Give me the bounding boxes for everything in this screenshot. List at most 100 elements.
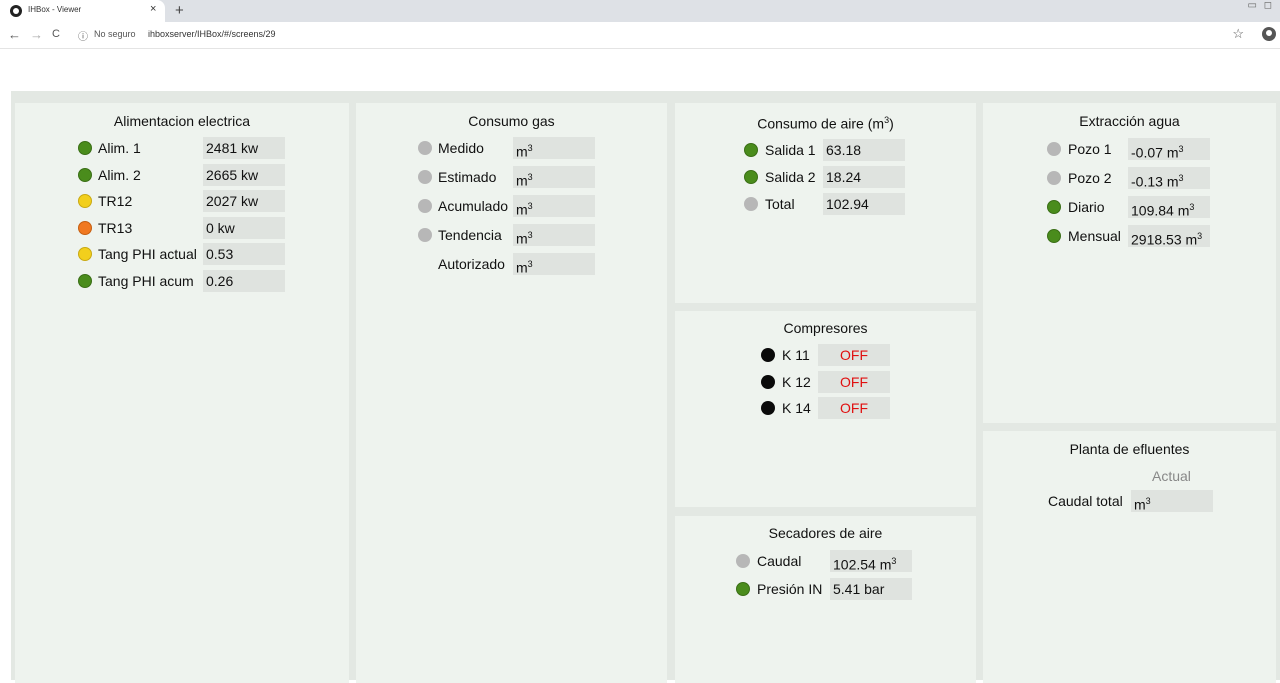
- status-row: Tang PHI acum 0.26: [78, 269, 298, 292]
- panel-title: Alimentacion electrica: [113, 113, 251, 129]
- status-indicator-icon: [744, 143, 758, 157]
- status-row: Salida 2 18.24: [744, 166, 944, 188]
- status-row: Tang PHI actual 0.53: [78, 243, 298, 265]
- bookmark-star-icon[interactable]: ☆: [1232, 26, 1244, 42]
- info-icon[interactable]: ⓘ: [78, 28, 88, 43]
- status-indicator-icon: [418, 170, 432, 184]
- row-label: Tang PHI actual: [98, 246, 197, 262]
- row-value: 2027 kw: [203, 190, 285, 212]
- browser-tab[interactable]: IHBox - Viewer ×: [0, 0, 165, 22]
- row-label: Caudal: [757, 553, 802, 569]
- value-number: 2918.53: [1131, 231, 1182, 248]
- status-indicator-icon: [736, 582, 750, 596]
- window-controls[interactable]: ▭ ◻: [1247, 0, 1274, 11]
- back-icon[interactable]: ←: [8, 27, 21, 42]
- row-label: TR13: [98, 219, 133, 236]
- panel-compresores: Compresores K 11 OFF K 12 OFF K 14 OFF: [675, 311, 976, 507]
- row-label: Salida 1: [765, 142, 816, 158]
- panel-title: Consumo de aire (m3): [757, 115, 894, 132]
- row-label: K 14: [782, 400, 811, 416]
- status-row: K 11 OFF: [761, 344, 961, 366]
- new-tab-button[interactable]: +: [175, 2, 184, 19]
- status-row: Presión IN 5.41 bar: [736, 578, 956, 600]
- status-indicator-icon: [1047, 171, 1061, 185]
- status-indicator-icon: [761, 348, 775, 362]
- status-row: Estimado m3: [418, 166, 658, 189]
- status-row: Autorizado m3: [418, 253, 658, 276]
- value-unit: m: [516, 143, 528, 160]
- value-unit: m: [879, 556, 892, 573]
- omnibox[interactable]: ⓘ No seguro ihboxserver/IHBox/#/screens/…: [72, 25, 1252, 45]
- status-row: Mensual 2918.53 m3: [1047, 225, 1267, 248]
- url-text[interactable]: ihboxserver/IHBox/#/screens/29: [148, 29, 276, 39]
- row-value: 102.94: [823, 193, 905, 215]
- panel-alimentacion-electrica: Alimentacion electrica Alim. 1 2481 kw Ali…: [15, 103, 349, 683]
- row-value: 2918.53 m3: [1128, 225, 1210, 248]
- row-label: Pozo 1: [1068, 141, 1112, 157]
- panel-consumo-aire: Consumo de aire (m3) Salida 1 63.18 Salida…: [675, 103, 976, 303]
- status-row: TR12 2027 kw: [78, 190, 298, 212]
- panel-planta-efluentes: Planta de efluentes Actual Caudal total …: [983, 431, 1276, 683]
- row-label: Caudal total: [1048, 493, 1123, 509]
- panel-title: Planta de efluentes: [1069, 441, 1190, 457]
- value-unit-exponent: 3: [527, 143, 533, 153]
- status-row: K 12 OFF: [761, 370, 961, 393]
- account-icon[interactable]: [1262, 27, 1276, 41]
- status-indicator-icon: [78, 220, 92, 235]
- row-value: 18.24: [823, 166, 905, 188]
- row-value: OFF: [818, 397, 890, 419]
- address-bar: ← → C ⓘ No seguro ihboxserver/IHBox/#/sc…: [0, 22, 1280, 49]
- row-value: m3: [513, 224, 595, 247]
- reload-icon[interactable]: C: [52, 28, 60, 40]
- row-label: K 11: [782, 347, 810, 363]
- dashboard: Alimentacion electrica Alim. 1 2481 kw Ali…: [11, 91, 1280, 683]
- value-unit-exponent: 3: [891, 556, 897, 566]
- row-label: TR12: [98, 193, 133, 209]
- row-value: OFF: [818, 370, 890, 393]
- value-number: -0.13: [1131, 173, 1163, 190]
- status-indicator-icon: [78, 194, 92, 208]
- caudal-total-value: m3: [1131, 490, 1213, 513]
- browser-tab-strip: IHBox - Viewer × + ▭ ◻: [0, 0, 1280, 22]
- value-unit: m: [1166, 144, 1179, 161]
- value-unit-exponent: 3: [527, 259, 533, 269]
- status-row: Alim. 2 2665 kw: [78, 163, 298, 186]
- caudal-total-row: Caudal total m3: [1048, 490, 1268, 513]
- row-label: Diario: [1068, 199, 1105, 215]
- status-indicator-icon: [744, 197, 758, 211]
- panel-secadores-aire: Secadores de aire Caudal 102.54 m3 Presión…: [675, 516, 976, 683]
- row-value: m3: [513, 166, 595, 189]
- row-value: m3: [513, 253, 595, 276]
- forward-icon[interactable]: →: [30, 27, 43, 42]
- value-unit: m: [516, 230, 528, 247]
- row-label: Alim. 2: [98, 166, 141, 183]
- row-label: Mensual: [1068, 228, 1121, 244]
- panel-title: Extracción agua: [1079, 113, 1180, 129]
- status-row: Medido m3: [418, 137, 658, 160]
- status-row: Pozo 2 -0.13 m3: [1047, 167, 1267, 190]
- row-value: 5.41 bar: [830, 578, 912, 600]
- value-unit-exponent: 3: [527, 201, 533, 211]
- value-number: 109.84: [1131, 202, 1174, 219]
- status-indicator-icon: [418, 228, 432, 242]
- row-value: 2481 kw: [203, 137, 285, 159]
- status-indicator-icon: [78, 247, 92, 261]
- security-label: No seguro: [94, 29, 136, 39]
- row-value: -0.07 m3: [1128, 138, 1210, 161]
- row-label: Tendencia: [438, 227, 502, 243]
- panel-extraccion-agua: Extracción agua Pozo 1 -0.07 m3 Pozo 2 -0.1…: [983, 103, 1276, 423]
- status-row: Diario 109.84 m3: [1047, 196, 1267, 219]
- value-unit: m: [516, 201, 528, 218]
- panel-consumo-gas: Consumo gas Medido m3 Estimado m3 Acumulado m…: [356, 103, 667, 683]
- status-indicator-icon: [761, 401, 775, 415]
- row-value: 0.53: [203, 243, 285, 265]
- status-indicator-icon: [1047, 229, 1061, 243]
- value-number: -0.07: [1131, 144, 1163, 161]
- tab-title: IHBox - Viewer: [28, 5, 82, 14]
- status-row: Tendencia m3: [418, 224, 658, 247]
- value-unit: m: [516, 172, 528, 189]
- value-unit: m: [1166, 173, 1179, 190]
- row-label: Medido: [438, 140, 484, 156]
- status-indicator-icon: [744, 170, 758, 184]
- tab-close-icon[interactable]: ×: [150, 3, 156, 15]
